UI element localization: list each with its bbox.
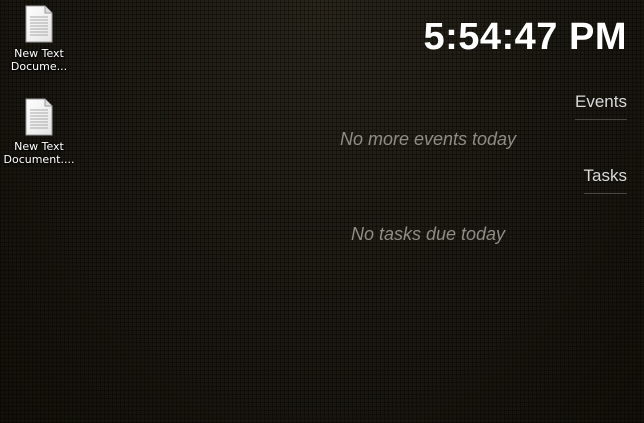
desktop-icon-label: New Text Docume...: [10, 47, 68, 73]
clock-time: 5:54:47 PM: [423, 16, 627, 58]
tasks-header[interactable]: Tasks: [583, 166, 627, 194]
events-header[interactable]: Events: [575, 92, 627, 120]
desktop-icon-label: New Text Document....: [3, 140, 75, 166]
events-empty-message: No more events today: [339, 129, 517, 149]
text-document-icon: [25, 98, 53, 136]
tasks-empty-message: No tasks due today: [350, 224, 506, 244]
text-document-icon: [25, 5, 53, 43]
desktop-icon-new-text-document-2[interactable]: New Text Document....: [3, 98, 75, 166]
desktop-icon-new-text-document-1[interactable]: New Text Docume...: [3, 5, 75, 73]
